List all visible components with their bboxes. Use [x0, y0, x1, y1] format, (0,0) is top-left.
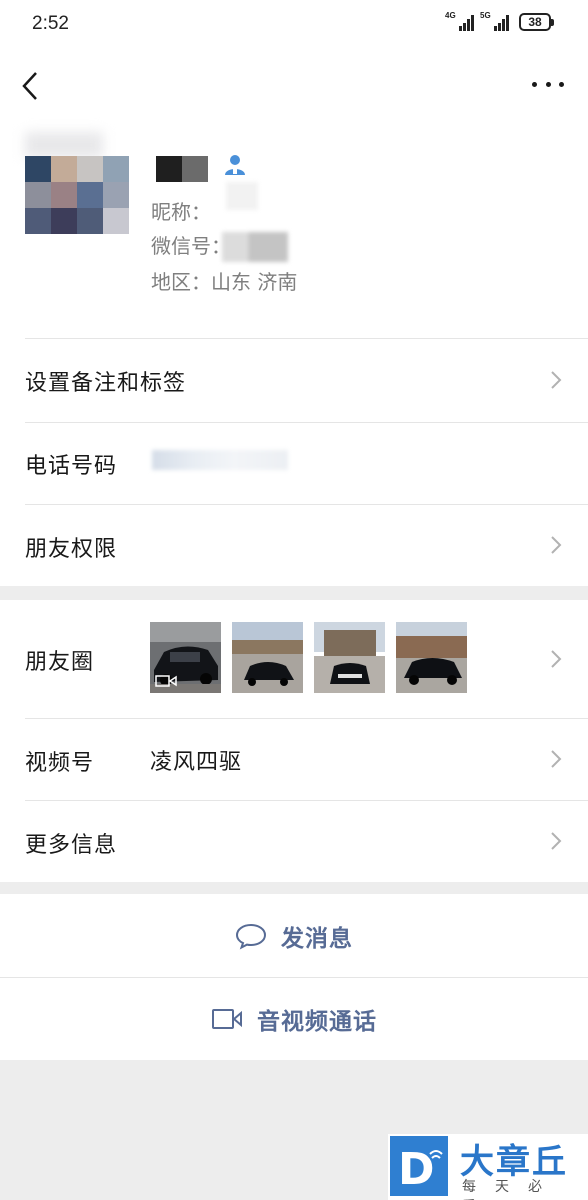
wechat-id-value-redacted [222, 232, 288, 262]
region-line: 地区：山东 济南 [151, 266, 297, 295]
video-call-button[interactable]: 音视频通话 [0, 978, 588, 1060]
set-remark-label: 设置备注和标签 [25, 371, 187, 396]
status-bar: 2:52 4G 5G 38 [0, 0, 588, 52]
dot-icon [532, 81, 537, 87]
signal-5g-icon: 5G [480, 11, 509, 31]
chevron-right-icon [551, 371, 562, 389]
avatar[interactable] [25, 132, 129, 286]
moments-row[interactable]: 朋友圈 [0, 600, 588, 718]
nickname-line: 昵称： [151, 196, 211, 225]
channels-value: 凌风四驱 [150, 750, 243, 775]
channels-label: 视频号 [25, 751, 95, 776]
watermark-logo: D 大章丘 每天必看 [388, 1134, 588, 1200]
status-icons: 4G 5G 38 [445, 11, 554, 31]
send-message-label: 发消息 [281, 925, 353, 952]
nickname-label: 昵称： [151, 200, 211, 224]
moments-label: 朋友圈 [25, 650, 95, 675]
more-options-button[interactable] [532, 76, 564, 92]
set-remark-row[interactable]: 设置备注和标签 [0, 338, 588, 422]
moments-thumbnail-video[interactable] [150, 622, 221, 693]
video-camera-icon [212, 1009, 242, 1029]
chevron-right-icon [551, 750, 562, 768]
chat-bubble-icon [235, 923, 267, 950]
region-value: 山东 济南 [211, 270, 298, 294]
battery-level: 38 [519, 13, 551, 31]
network-label-2: 5G [480, 11, 491, 20]
friend-permissions-label: 朋友权限 [25, 537, 118, 562]
chevron-right-icon [551, 832, 562, 850]
chevron-right-icon [551, 536, 562, 554]
send-message-button[interactable]: 发消息 [0, 894, 588, 977]
video-call-label: 音视频通话 [257, 1009, 377, 1035]
profile-header: 昵称： 微信号： 地区：山东 济南 [0, 52, 588, 338]
more-info-row[interactable]: 更多信息 [0, 800, 588, 882]
profile-name-pixelated [156, 156, 208, 182]
status-time: 2:52 [32, 13, 69, 34]
person-icon [225, 155, 245, 175]
chevron-right-icon [551, 650, 562, 668]
video-icon [155, 675, 177, 687]
phone-number-label: 电话号码 [25, 454, 118, 479]
chevron-left-icon [22, 72, 37, 100]
wechat-id-line: 微信号： [151, 230, 231, 259]
moments-thumbnail[interactable] [314, 622, 385, 693]
back-button[interactable] [16, 68, 48, 104]
nickname-value-redacted [226, 182, 258, 210]
more-info-label: 更多信息 [25, 833, 118, 858]
phone-number-row[interactable]: 电话号码 [0, 422, 588, 504]
moments-thumbnail[interactable] [232, 622, 303, 693]
dot-icon [545, 81, 551, 87]
wechat-id-label: 微信号： [151, 234, 231, 258]
signal-4g-icon: 4G [445, 11, 474, 31]
phone-number-value-redacted [152, 450, 288, 470]
logo-badge: D [390, 1136, 448, 1196]
region-label: 地区： [151, 270, 211, 294]
logo-badge-letter: D [398, 1144, 435, 1195]
network-label-1: 4G [445, 11, 456, 20]
friend-permissions-row[interactable]: 朋友权限 [0, 504, 588, 586]
battery-icon: 38 [519, 13, 554, 31]
logo-subtitle: 每天必看 [462, 1179, 561, 1200]
channels-row[interactable]: 视频号 凌风四驱 [0, 718, 588, 800]
dot-icon [559, 81, 564, 87]
moments-thumbnail[interactable] [396, 622, 467, 693]
